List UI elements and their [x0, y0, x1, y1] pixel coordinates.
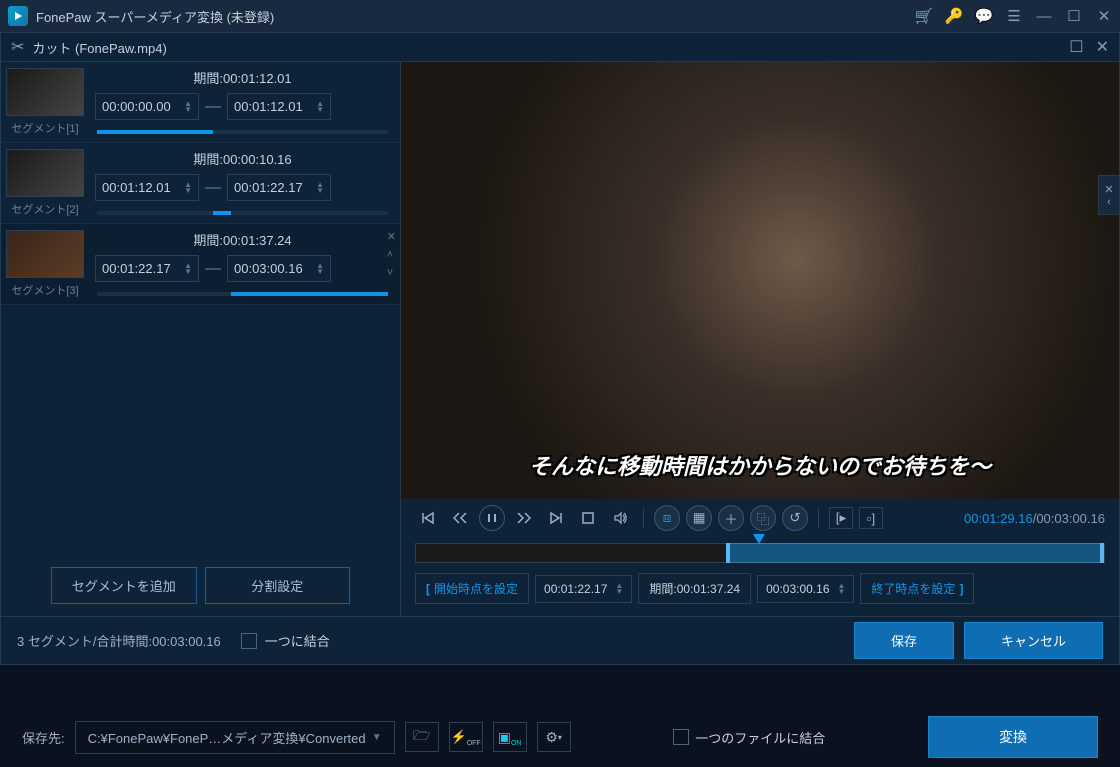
- split-settings-button[interactable]: 分割設定: [205, 567, 351, 604]
- close-icon: ✕: [1104, 183, 1113, 196]
- segment-item[interactable]: セグメント[1] 期間:00:01:12.01 00:00:00.00▲▼ — …: [1, 62, 400, 143]
- video-player[interactable]: そんなに移動時間はかからないのでお待ちを～: [401, 62, 1119, 499]
- segment-move-up-icon[interactable]: ˄: [387, 249, 396, 261]
- playback-controls: ⧈ ▦ ＋ ⿻ ↺ [▸ ▫] 00:01:29.16/00:03:00.16: [401, 505, 1119, 537]
- add-segment-button[interactable]: セグメントを追加: [51, 567, 197, 604]
- cut-main: セグメント[1] 期間:00:01:12.01 00:00:00.00▲▼ — …: [0, 62, 1120, 617]
- down-icon: ▼: [838, 589, 846, 595]
- playhead-icon[interactable]: [753, 534, 765, 544]
- segment-end-input[interactable]: 00:03:00.16▲▼: [227, 255, 331, 282]
- chevron-left-icon: ‹: [1107, 196, 1111, 208]
- segment-start-input[interactable]: 00:00:00.00▲▼: [95, 93, 199, 120]
- segment-start-input[interactable]: 00:01:22.17▲▼: [95, 255, 199, 282]
- segment-summary: 3 セグメント/合計時間:00:03:00.16: [17, 631, 221, 650]
- side-collapse-tab[interactable]: ✕ ‹: [1098, 175, 1120, 215]
- segment-slider[interactable]: [97, 130, 388, 134]
- cut-panel-titlebar: ✂ カット (FonePaw.mp4) ☐ ✕: [0, 32, 1120, 62]
- segment-slider[interactable]: [97, 211, 388, 215]
- segment-move-down-icon[interactable]: ˅: [387, 267, 396, 279]
- undo-button[interactable]: ↺: [782, 505, 808, 531]
- set-end-button[interactable]: 終了時点を設定]: [860, 573, 974, 604]
- merge-one-file-label: 一つのファイルに結合: [695, 728, 825, 747]
- maximize-icon[interactable]: ☐: [1066, 8, 1082, 24]
- cancel-button[interactable]: キャンセル: [964, 622, 1103, 659]
- scissors-icon: ✂: [11, 37, 24, 57]
- down-icon: ▼: [184, 269, 192, 275]
- frame-back-icon[interactable]: [447, 505, 473, 531]
- segment-remove-icon[interactable]: ✕: [387, 230, 396, 243]
- open-folder-button[interactable]: 🗁: [405, 722, 439, 752]
- segment-thumbnail: [6, 149, 84, 197]
- segment-label: セグメント[3]: [11, 282, 78, 298]
- play-pause-button[interactable]: [479, 505, 505, 531]
- settings-button[interactable]: ⚙▾: [537, 722, 571, 752]
- app-bottom-bar: 保存先: C:¥FonePaw¥FoneP…メディア変換¥Converted ▼…: [0, 707, 1120, 767]
- app-logo: [8, 6, 28, 26]
- minimize-icon[interactable]: —: [1036, 8, 1052, 24]
- set-in-point-button[interactable]: [▸: [829, 507, 853, 529]
- merge-one-file-checkbox[interactable]: [673, 729, 689, 745]
- high-speed-toggle[interactable]: ⚡OFF: [449, 722, 483, 752]
- convert-button[interactable]: 変換: [928, 716, 1098, 758]
- thumbnail-button[interactable]: ▦: [686, 505, 712, 531]
- end-time-input[interactable]: 00:03:00.16▲▼: [757, 575, 854, 603]
- cut-close-icon[interactable]: ✕: [1096, 37, 1109, 57]
- chevron-down-icon: ▼: [372, 732, 382, 743]
- down-icon: ▼: [316, 269, 324, 275]
- add-segment-round-button[interactable]: ＋: [718, 505, 744, 531]
- app-titlebar: FonePaw スーパーメディア変換 (未登録) 🛒 🔑 💬 ☰ — ☐ ✕: [0, 0, 1120, 32]
- set-out-point-button[interactable]: ▫]: [859, 507, 883, 529]
- save-to-label: 保存先:: [22, 728, 65, 747]
- segment-item[interactable]: セグメント[2] 期間:00:00:10.16 00:01:12.01▲▼ — …: [1, 143, 400, 224]
- gpu-toggle[interactable]: ▣ON: [493, 722, 527, 752]
- frame-forward-icon[interactable]: [511, 505, 537, 531]
- close-icon[interactable]: ✕: [1096, 8, 1112, 24]
- set-start-button[interactable]: [開始時点を設定: [415, 573, 529, 604]
- segment-end-input[interactable]: 00:01:12.01▲▼: [227, 93, 331, 120]
- app-title: FonePaw スーパーメディア変換 (未登録): [36, 7, 916, 26]
- range-end-handle[interactable]: [1100, 543, 1104, 563]
- segment-label: セグメント[1]: [11, 120, 78, 136]
- feedback-icon[interactable]: 💬: [976, 8, 992, 24]
- quick-split-button[interactable]: ⧈: [654, 505, 680, 531]
- save-path-dropdown[interactable]: C:¥FonePaw¥FoneP…メディア変換¥Converted ▼: [75, 721, 395, 754]
- save-button[interactable]: 保存: [854, 622, 954, 659]
- preview-panel: そんなに移動時間はかからないのでお待ちを～ ⧈ ▦ ＋ ⿻ ↺ [▸ ▫] 00…: [401, 62, 1119, 616]
- down-icon: ▼: [184, 107, 192, 113]
- copy-segment-button[interactable]: ⿻: [750, 505, 776, 531]
- merge-one-label: 一つに結合: [265, 631, 330, 650]
- segment-item[interactable]: ✕ ˄ ˅ セグメント[3] 期間:00:01:37.24 00:01:22.1…: [1, 224, 400, 305]
- merge-one-checkbox[interactable]: [241, 633, 257, 649]
- cart-icon[interactable]: 🛒: [916, 8, 932, 24]
- cut-panel-title: カット (FonePaw.mp4): [32, 38, 1069, 57]
- down-icon: ▼: [184, 188, 192, 194]
- video-subtitle: そんなに移動時間はかからないのでお待ちを～: [401, 449, 1119, 481]
- segment-end-input[interactable]: 00:01:22.17▲▼: [227, 174, 331, 201]
- stop-button[interactable]: [575, 505, 601, 531]
- segment-slider[interactable]: [97, 292, 388, 296]
- time-display: 00:01:29.16/00:03:00.16: [964, 511, 1105, 526]
- down-icon: ▼: [316, 107, 324, 113]
- menu-icon[interactable]: ☰: [1006, 8, 1022, 24]
- segment-thumbnail: [6, 68, 84, 116]
- segment-thumbnail: [6, 230, 84, 278]
- down-icon: ▼: [316, 188, 324, 194]
- timeline[interactable]: [415, 543, 1105, 563]
- cut-panel-footer: 3 セグメント/合計時間:00:03:00.16 一つに結合 保存 キャンセル: [0, 617, 1120, 665]
- skip-end-icon[interactable]: [543, 505, 569, 531]
- skip-start-icon[interactable]: [415, 505, 441, 531]
- segment-start-input[interactable]: 00:01:12.01▲▼: [95, 174, 199, 201]
- segments-panel: セグメント[1] 期間:00:01:12.01 00:00:00.00▲▼ — …: [1, 62, 401, 616]
- start-time-input[interactable]: 00:01:22.17▲▼: [535, 575, 632, 603]
- segment-label: セグメント[2]: [11, 201, 78, 217]
- down-icon: ▼: [615, 589, 623, 595]
- volume-button[interactable]: [607, 505, 633, 531]
- cut-maximize-icon[interactable]: ☐: [1069, 37, 1083, 57]
- key-icon[interactable]: 🔑: [946, 8, 962, 24]
- duration-display: 期間:00:01:37.24: [638, 573, 751, 604]
- range-start-handle[interactable]: [726, 543, 730, 563]
